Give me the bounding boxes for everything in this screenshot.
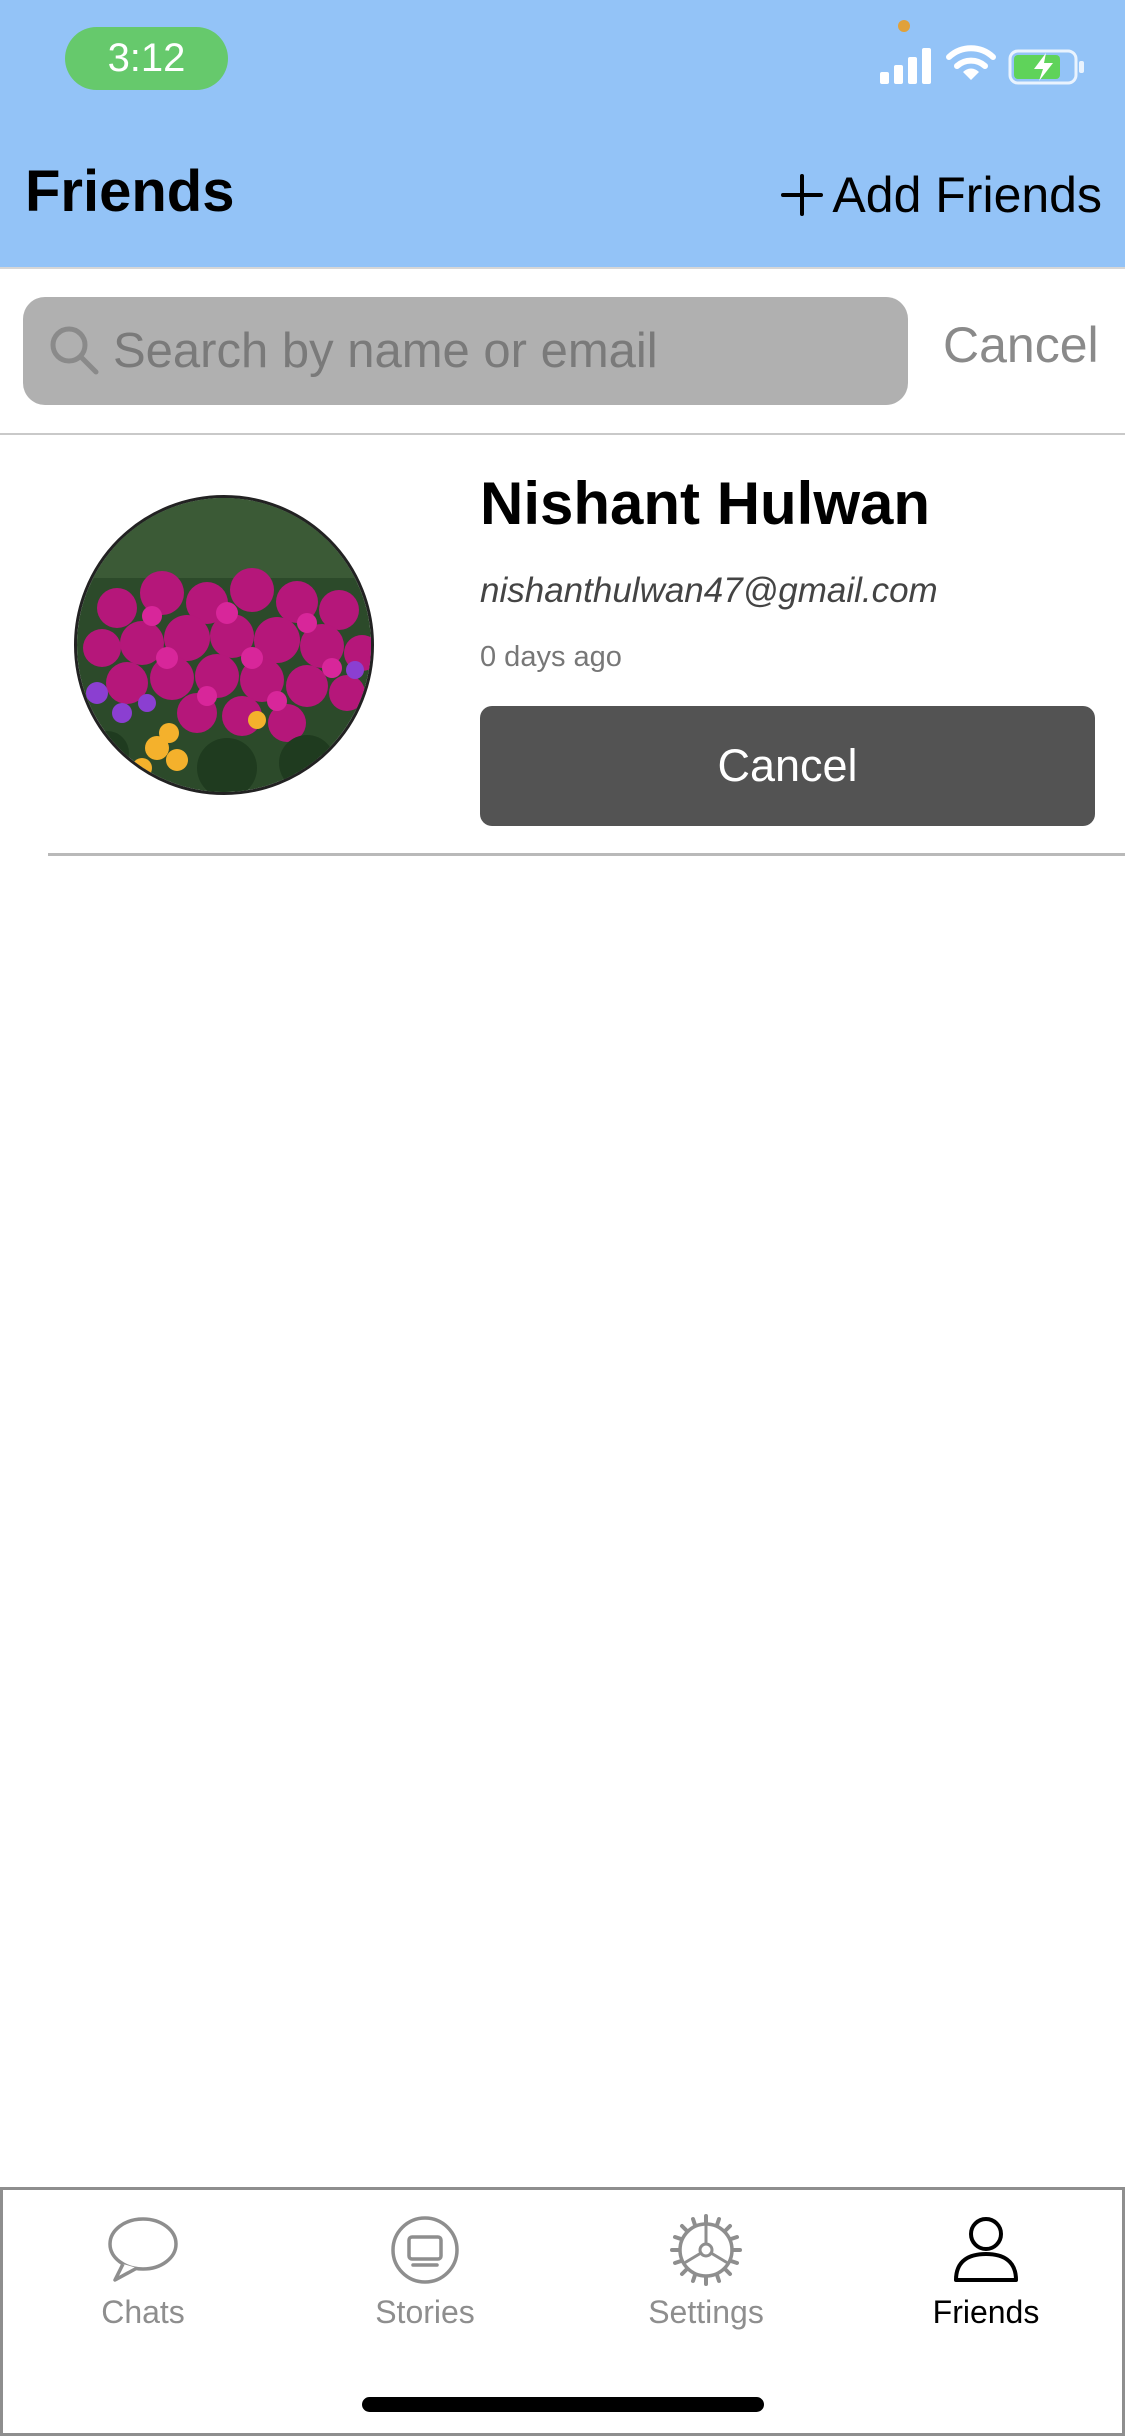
status-time: 3:12	[65, 27, 228, 90]
cellular-signal-icon	[880, 48, 931, 84]
tab-friends[interactable]: Friends	[886, 2210, 1086, 2350]
avatar-flowers-image	[77, 498, 371, 792]
gear-icon	[670, 2214, 742, 2286]
tv-icon	[391, 2216, 459, 2284]
add-friends-button[interactable]: Add Friends	[780, 160, 1102, 230]
person-icon	[954, 2217, 1018, 2282]
page-title: Friends	[25, 159, 235, 224]
avatar[interactable]	[74, 495, 374, 795]
tab-stories[interactable]: Stories	[325, 2210, 525, 2350]
search-cancel-button[interactable]: Cancel	[943, 316, 1099, 374]
wifi-icon	[946, 45, 996, 80]
tab-label: Friends	[932, 2294, 1040, 2330]
tab-chats[interactable]: Chats	[43, 2210, 243, 2350]
home-indicator[interactable]	[362, 2397, 764, 2412]
search-input[interactable]	[113, 297, 893, 405]
battery-charging-icon	[1008, 49, 1084, 85]
add-friends-label: Add Friends	[832, 167, 1102, 223]
search-field[interactable]	[23, 297, 908, 405]
tab-label: Settings	[648, 2294, 764, 2330]
search-bar: Cancel	[0, 267, 1125, 435]
header: 3:12 Friends Add Friends	[0, 0, 1125, 267]
list-item: Nishant Hulwan nishanthulwan47@gmail.com…	[0, 437, 1125, 857]
tab-settings[interactable]: Settings	[606, 2210, 806, 2350]
tab-label: Stories	[375, 2294, 475, 2330]
friend-timestamp: 0 days ago	[480, 641, 622, 673]
row-divider	[48, 853, 1125, 856]
cancel-request-button[interactable]: Cancel	[480, 706, 1095, 826]
friend-name: Nishant Hulwan	[480, 470, 931, 537]
privacy-indicator-dot	[898, 20, 910, 32]
friends-screen: 3:12 Friends Add Friends Search by name …	[0, 0, 1125, 2436]
plus-icon	[781, 174, 824, 216]
friend-email: nishanthulwan47@gmail.com	[480, 571, 938, 610]
tab-label: Chats	[101, 2294, 185, 2330]
chat-bubble-icon	[108, 2217, 178, 2282]
search-icon	[50, 326, 99, 375]
